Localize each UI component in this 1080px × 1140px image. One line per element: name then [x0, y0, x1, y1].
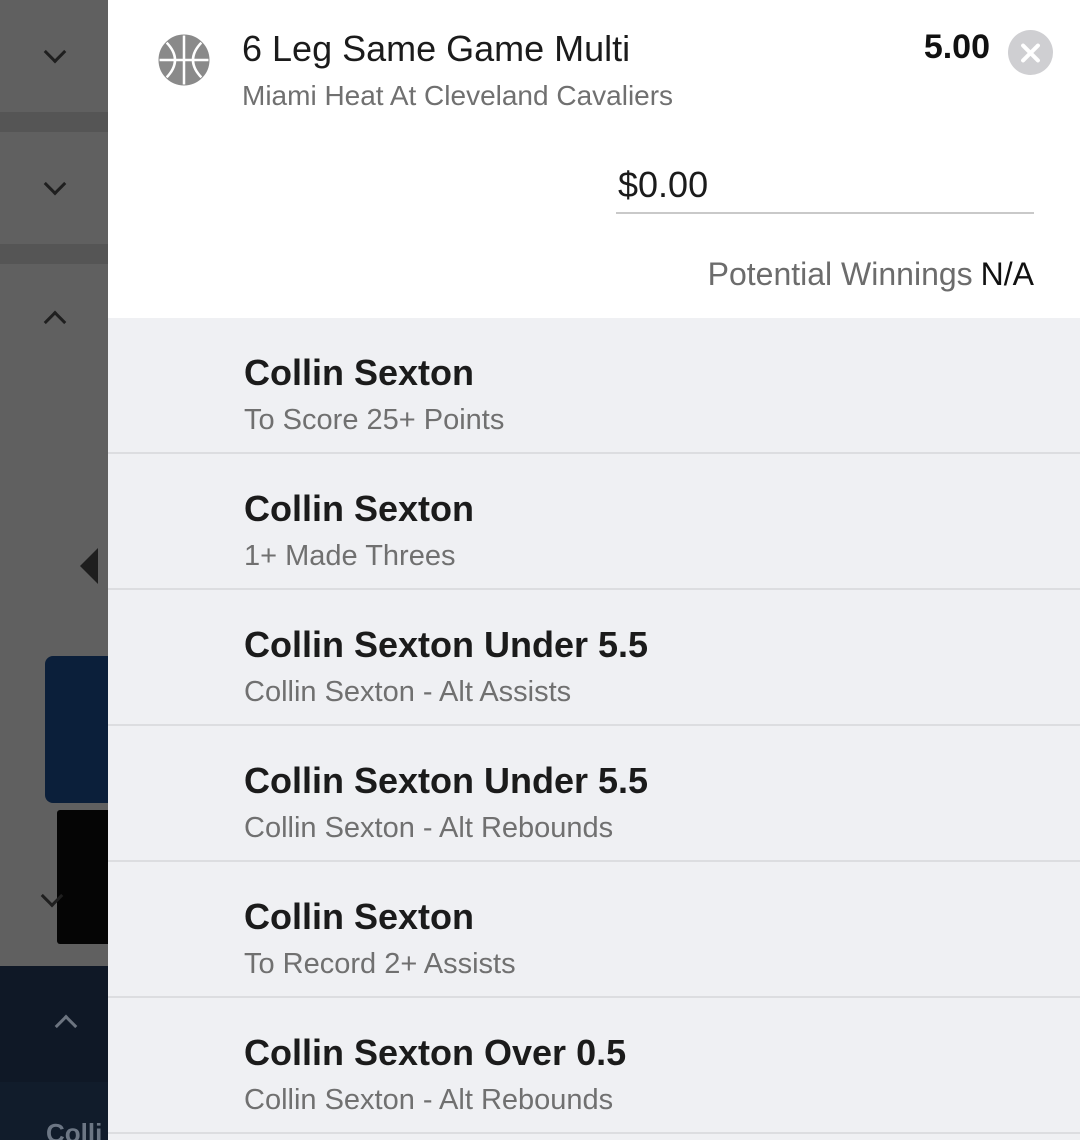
leg-title: Collin Sexton	[244, 488, 475, 529]
leg-market: To Record 2+ Assists	[244, 948, 516, 980]
potential-winnings-value: N/A	[980, 256, 1034, 292]
list-item: Collin Sexton To Score 25+ Points	[108, 318, 1080, 454]
chevron-up-icon[interactable]	[43, 310, 67, 334]
bet-slip-panel: 6 Leg Same Game Multi Miami Heat At Clev…	[108, 0, 1080, 1140]
potential-winnings: Potential Winnings N/A	[708, 256, 1034, 293]
collapse-arrow-icon[interactable]	[80, 548, 98, 584]
stake-input[interactable]: $0.00	[616, 162, 1034, 214]
leg-title: Collin Sexton Under 5.5	[244, 760, 649, 801]
bet-title: 6 Leg Same Game Multi	[242, 28, 631, 69]
chevron-down-icon[interactable]	[43, 172, 67, 196]
leg-title: Collin Sexton	[244, 896, 475, 937]
list-item: Collin Sexton Over 0.5 Collin Sexton - A…	[108, 998, 1080, 1134]
list-item: Collin Sexton Under 5.5 Collin Sexton - …	[108, 590, 1080, 726]
event-name: Miami Heat At Cleveland Cavaliers	[242, 80, 674, 111]
bet-header: 6 Leg Same Game Multi Miami Heat At Clev…	[108, 0, 1080, 318]
leg-market: To Score 25+ Points	[244, 404, 505, 436]
list-item: Collin Sexton Under 5.5 Collin Sexton - …	[108, 726, 1080, 862]
leg-title: Collin Sexton	[244, 352, 475, 393]
list-item: Collin Sexton To Record 2+ Assists	[108, 862, 1080, 998]
footer-bar	[0, 966, 108, 1082]
leg-title: Collin Sexton Over 0.5	[244, 1032, 627, 1073]
leg-market: Collin Sexton - Alt Rebounds	[244, 1084, 614, 1116]
leg-title: Collin Sexton Under 5.5	[244, 624, 649, 665]
leg-market: Collin Sexton - Alt Assists	[244, 676, 572, 708]
background-card	[57, 810, 108, 944]
divider	[0, 244, 108, 264]
legs-list: Collin Sexton To Score 25+ Points Collin…	[108, 318, 1080, 1134]
divider	[0, 112, 108, 132]
basketball-icon	[158, 34, 210, 86]
background-card	[45, 656, 108, 803]
bet-odds: 5.00	[923, 28, 990, 66]
list-item: Collin Sexton 1+ Made Threes	[108, 454, 1080, 590]
background-page: Colli	[0, 0, 108, 1140]
chevron-down-icon[interactable]	[43, 40, 67, 64]
potential-winnings-label: Potential Winnings	[707, 256, 973, 292]
close-button[interactable]	[1008, 30, 1053, 75]
footer-label: Colli	[46, 1118, 103, 1140]
leg-market: Collin Sexton - Alt Rebounds	[244, 812, 614, 844]
leg-market: 1+ Made Threes	[244, 540, 456, 572]
